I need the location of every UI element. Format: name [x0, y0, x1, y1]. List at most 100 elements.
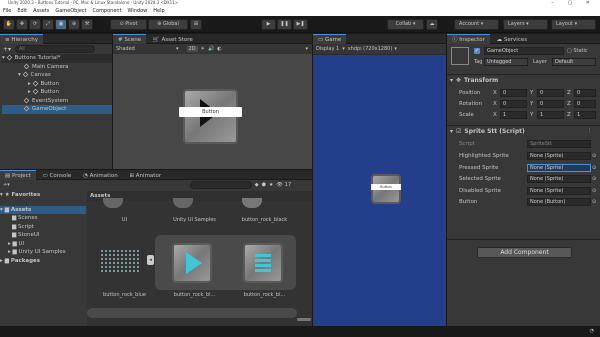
tab-animation[interactable]: ◔ Animation [78, 171, 123, 181]
folder-scenes[interactable]: ▆ Scenes [0, 214, 86, 223]
transform-scale-z[interactable]: 1 [574, 111, 596, 119]
collapse-arrow-icon[interactable]: ◂ [147, 255, 154, 265]
filter-type-icon[interactable]: ◆ [255, 182, 259, 188]
project-add-icon[interactable]: +▾ [3, 182, 10, 188]
menu-item-gameobject[interactable]: GameObject [55, 6, 86, 16]
audio-toggle-icon[interactable]: 🔊 [208, 46, 214, 52]
transform-scale-y[interactable]: 1 [537, 111, 564, 119]
folder-packages[interactable]: ▸ ▆ Packages [0, 257, 86, 266]
transform-rotation-y[interactable]: 0 [537, 100, 564, 108]
tab-console[interactable]: ▭ Console [38, 171, 77, 181]
menu-item-window[interactable]: Window [128, 6, 148, 16]
layers-dropdown[interactable]: Layers ▾ [503, 19, 548, 30]
move-tool-icon[interactable]: ✥ [16, 19, 28, 30]
menu-item-component[interactable]: Component [93, 6, 122, 16]
cloud-icon[interactable]: ☁ [426, 19, 438, 30]
favorites-row[interactable]: ▾ ★ Favorites [0, 191, 86, 200]
add-component-button[interactable]: Add Component [477, 247, 572, 258]
folder-assets[interactable]: ▾ ▆ Assets [0, 205, 86, 214]
disabled-sprite-field[interactable]: None (Sprite) [527, 186, 591, 195]
asset-thumb-button-rock-blue-play[interactable] [172, 243, 212, 283]
resolution-dropdown[interactable]: xhdpi (720x1280) [348, 46, 393, 52]
light-toggle-icon[interactable]: ☀ [201, 46, 205, 52]
hand-tool-icon[interactable]: ✋ [3, 19, 15, 30]
transform-position-y[interactable]: 0 [537, 89, 564, 97]
global-toggle[interactable]: ⊕ Global [148, 19, 188, 30]
menu-item-edit[interactable]: Edit [17, 6, 27, 16]
object-picker-icon[interactable]: ⊙ [592, 199, 596, 205]
tab-inspector[interactable]: ⓘ Inspector [447, 34, 490, 44]
tab-asset-store[interactable]: 🛒 Asset Store [148, 35, 198, 45]
object-picker-icon[interactable]: ⊙ [592, 153, 596, 159]
hierarchy-scene-row[interactable]: ▾ Buttons Tutorial* [2, 54, 112, 63]
custom-tool-icon[interactable]: ⚒ [81, 19, 93, 30]
hierarchy-item-button-1[interactable]: ▸ Button [2, 80, 112, 89]
project-search-input[interactable] [189, 181, 252, 189]
game-view[interactable]: Button [313, 55, 446, 326]
visibility-icon[interactable]: 👁 [276, 182, 282, 188]
filter-label-icon[interactable]: ⬟ [262, 182, 266, 188]
favorite-icon[interactable]: ★ [269, 182, 273, 188]
asset-thumb-ui[interactable] [103, 198, 123, 208]
selected-sprite-field[interactable]: None (Sprite) [527, 175, 591, 183]
gameobject-name-input[interactable]: GameObject [484, 47, 564, 55]
tab-hierarchy[interactable]: ≡ Hierarchy [0, 34, 43, 44]
thumbnail-size-slider[interactable] [297, 318, 311, 321]
hierarchy-item-button-2[interactable]: ▸ Button [2, 88, 112, 97]
tab-project[interactable]: ▤ Project [0, 170, 36, 180]
fx-toggle-icon[interactable]: ◐ [217, 46, 221, 52]
folder-unity-ui-samples[interactable]: ▸ ▆ Unity UI Samples [0, 248, 86, 257]
pivot-toggle[interactable]: ⊙ Pivot [110, 19, 147, 30]
tab-scene[interactable]: # Scene [113, 34, 147, 44]
transform-rotation-z[interactable]: 0 [574, 100, 596, 108]
hierarchy-item-main-camera[interactable]: Main Camera [2, 63, 112, 72]
menu-item-file[interactable]: File [3, 6, 11, 16]
hierarchy-item-gameobject[interactable]: GameObject [2, 105, 112, 114]
hierarchy-item-canvas[interactable]: ▾ Canvas [2, 71, 112, 80]
account-dropdown[interactable]: Account ▾ [454, 19, 499, 30]
2d-toggle[interactable]: 2D [186, 46, 198, 52]
rect-tool-icon[interactable]: ▣ [55, 19, 67, 30]
asset-thumb-button-rock-black[interactable] [242, 198, 262, 208]
step-button[interactable]: ▶❚ [293, 19, 308, 30]
asset-thumb-button-rock-blue-menu[interactable] [243, 243, 283, 283]
layout-dropdown[interactable]: Layout ▾ [551, 19, 596, 30]
gizmos-icon[interactable]: ▾ [305, 46, 308, 52]
active-checkbox[interactable]: ✓ [474, 48, 480, 54]
pressed-sprite-field[interactable]: None (Sprite) [527, 163, 591, 172]
folder-ui[interactable]: ▸ ▆ UI [0, 240, 86, 249]
sprite-component-header[interactable]: ▾ ☑ Sprite Stt (Script) [450, 128, 525, 135]
menu-item-help[interactable]: Help [153, 6, 164, 16]
pause-button[interactable]: ❚❚ [277, 19, 292, 30]
display-dropdown[interactable]: Display 1 [316, 46, 339, 52]
folder-script[interactable]: ▆ Script [0, 223, 86, 232]
tab-game[interactable]: ▭ Game [313, 34, 347, 44]
play-button[interactable]: ▶ [261, 19, 276, 30]
grid-snap-icon[interactable]: ⊞ [190, 19, 202, 30]
shading-dropdown[interactable]: Shaded [116, 46, 176, 52]
hierarchy-item-eventsystem[interactable]: EventSystem [2, 97, 112, 106]
collab-dropdown[interactable]: Collab ▾ [387, 19, 424, 30]
scale-tool-icon[interactable]: ⤢ [42, 19, 54, 30]
button-field[interactable]: None (Button) [527, 198, 591, 206]
component-menu-icon[interactable]: ⋮ [587, 128, 592, 134]
asset-thumb-button-rock-blue[interactable] [100, 249, 140, 273]
rotate-tool-icon[interactable]: ⟳ [29, 19, 41, 30]
static-toggle[interactable]: ▢ Static [567, 48, 588, 54]
transform-tool-icon[interactable]: ⊕ [68, 19, 80, 30]
object-picker-icon[interactable]: ⊙ [592, 165, 596, 171]
tab-animator[interactable]: ⊞ Animator [124, 171, 166, 181]
folder-stoneui[interactable]: ▆ StoneUI [0, 231, 86, 240]
menu-item-assets[interactable]: Assets [33, 6, 49, 16]
hierarchy-search-input[interactable] [15, 45, 96, 53]
tag-dropdown[interactable]: Untagged [484, 58, 528, 66]
object-picker-icon[interactable]: ⊙ [592, 176, 596, 182]
object-picker-icon[interactable]: ⊙ [592, 188, 596, 194]
transform-position-z[interactable]: 0 [574, 89, 596, 97]
add-icon[interactable]: +▾ [3, 46, 11, 53]
transform-position-x[interactable]: 0 [500, 89, 527, 97]
game-button-label[interactable]: Button [371, 184, 401, 190]
layer-dropdown[interactable]: Default [552, 58, 596, 66]
transform-header[interactable]: ▾ ✥ Transform [450, 77, 498, 84]
transform-rotation-x[interactable]: 0 [500, 100, 527, 108]
